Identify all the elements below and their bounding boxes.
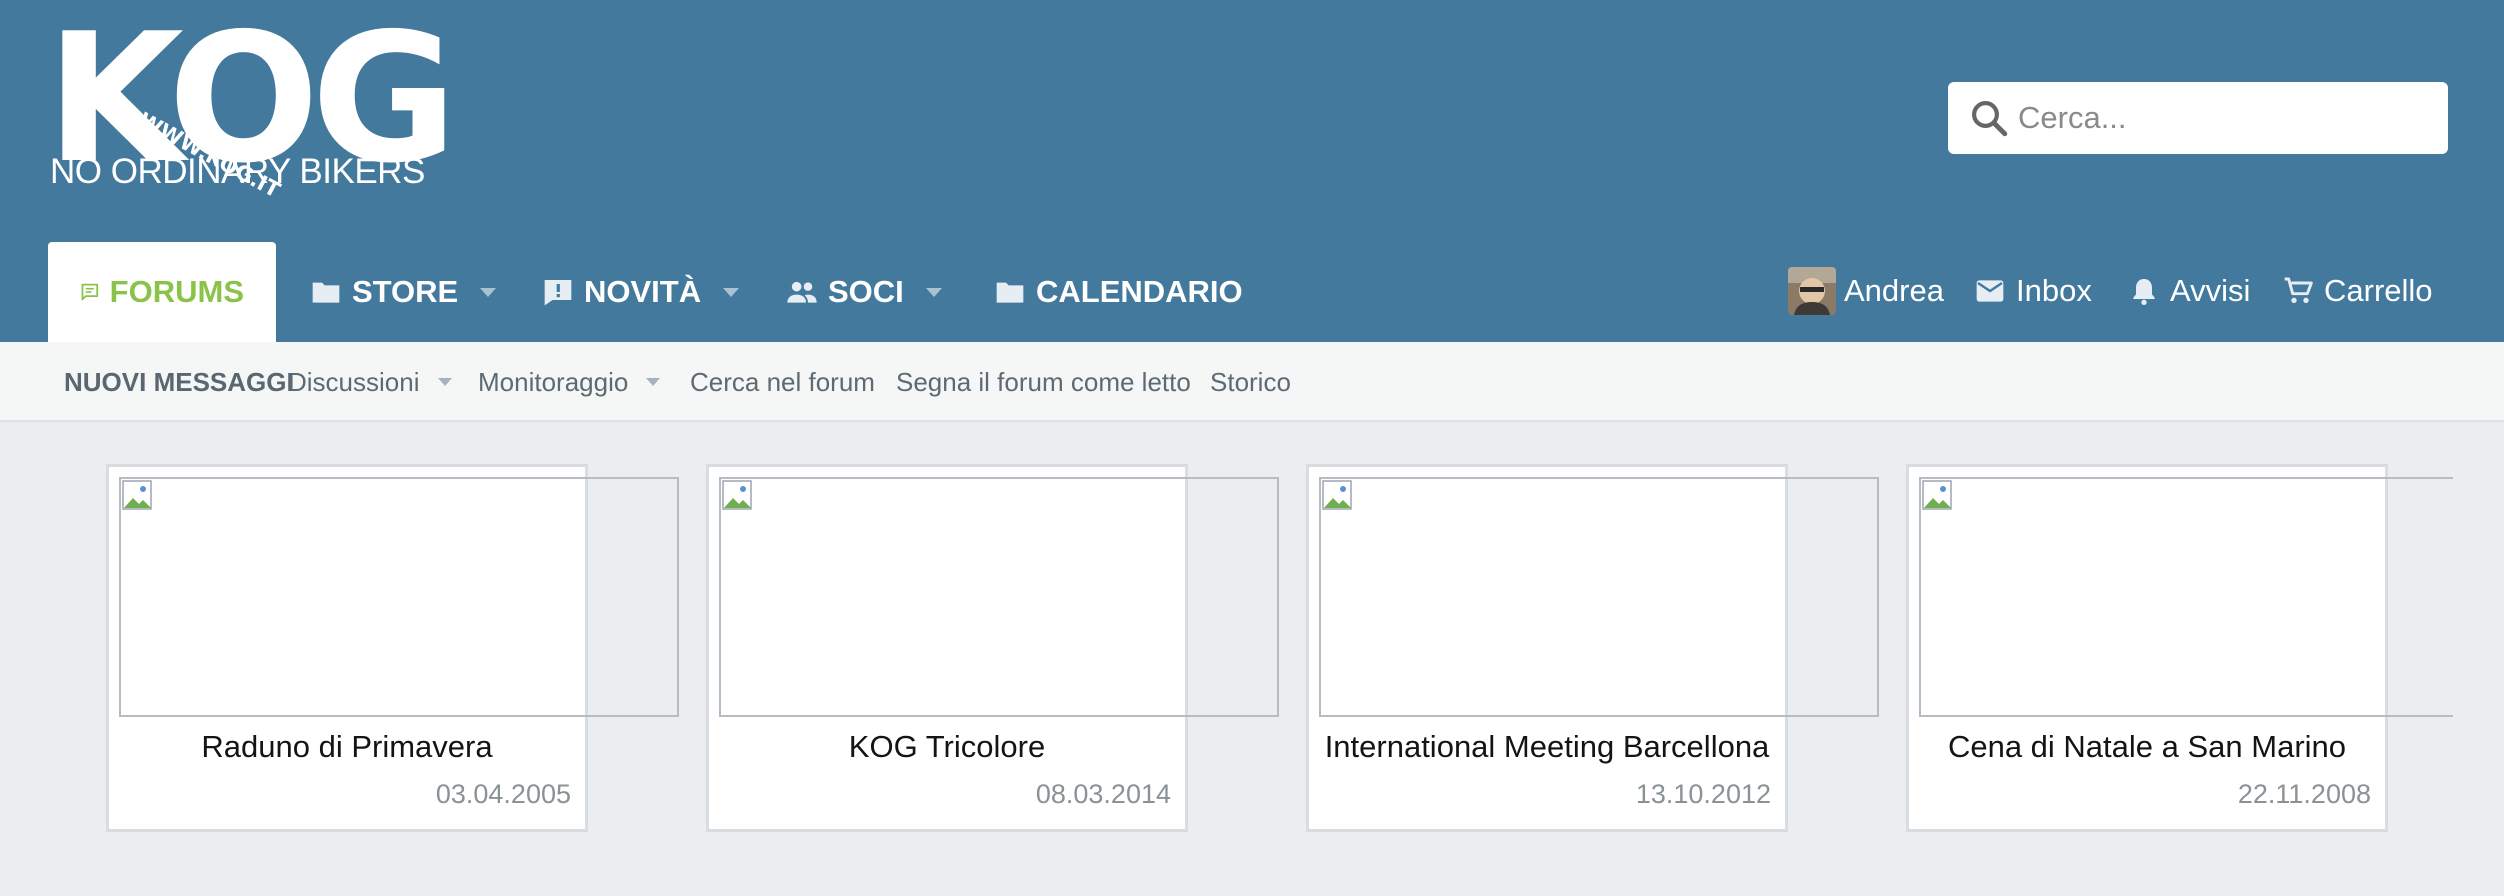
broken-image-icon [1922,480,1952,510]
tab-forums[interactable]: FORUMS [48,242,276,342]
folder-icon [996,282,1024,303]
cart-label: Carrello [2324,273,2433,308]
alerts-link[interactable]: Avvisi [2128,266,2250,316]
event-card[interactable]: Raduno di Primavera 03.04.2005 [106,464,679,832]
tab-soci[interactable]: SOCI [786,242,942,342]
folder-icon [312,282,340,303]
user-menu[interactable]: Andrea [1788,266,1944,316]
subnav-search-forum[interactable]: Cerca nel forum [690,342,875,422]
subnav-new-posts[interactable]: NUOVI MESSAGGI [64,342,294,422]
event-title: Cena di Natale a San Marino [1947,729,2347,764]
cart-link[interactable]: Carrello [2282,266,2433,316]
alerts-label: Avvisi [2170,273,2251,308]
inbox-label: Inbox [2016,273,2092,308]
bell-icon [2133,279,2155,305]
event-title: Raduno di Primavera [201,729,493,764]
forum-chat-icon [81,283,99,301]
tab-store[interactable]: STORE [310,242,497,342]
event-card[interactable]: KOG Tricolore 08.03.2014 [706,464,1279,832]
tab-novita[interactable]: NOVITÀ [542,242,740,342]
envelope-icon [1976,280,2004,302]
site-header: KOG WWW.KOG.IT NO ORDINARY BIKERS FORUMS… [0,0,2504,342]
event-image [1319,477,1879,717]
event-image [119,477,679,717]
tab-calendario[interactable]: CALENDARIO [994,242,1243,342]
inbox-link[interactable]: Inbox [1974,266,2092,316]
broken-image-icon [122,480,152,510]
event-image [719,477,1279,717]
event-card[interactable]: Cena di Natale a San Marino 22.11.2008 [1906,464,2453,832]
tab-forums-label: FORUMS [109,274,244,309]
sub-navigation: NUOVI MESSAGGI Discussioni Monitoraggio … [0,342,2504,422]
site-logo[interactable]: KOG WWW.KOG.IT NO ORDINARY BIKERS [46,10,457,203]
search-icon [1972,101,2008,137]
tab-store-label: STORE [352,274,459,309]
event-date: 03.04.2005 [435,779,571,809]
chevron-down-icon[interactable] [723,287,740,297]
tab-calendario-label: CALENDARIO [1036,274,1243,309]
event-title: International Meeting Barcellona [1324,729,1770,764]
chevron-down-icon[interactable] [437,378,452,386]
news-alert-icon [544,280,572,306]
people-icon [787,281,817,303]
cart-icon [2284,277,2313,303]
broken-image-icon [722,480,752,510]
event-card[interactable]: International Meeting Barcellona 13.10.2… [1306,464,1879,832]
event-date: 22.11.2008 [2237,779,2371,809]
search-box[interactable] [1948,82,2448,154]
event-title: KOG Tricolore [848,729,1046,764]
chevron-down-icon[interactable] [925,287,942,297]
logo-tagline: NO ORDINARY BIKERS [50,152,425,191]
subnav-discussions[interactable]: Discussioni [288,342,452,422]
tab-novita-label: NOVITÀ [584,274,702,309]
subnav-mark-read[interactable]: Segna il forum come letto [896,342,1191,422]
tab-soci-label: SOCI [828,274,904,309]
user-name: Andrea [1844,273,1944,308]
subnav-discussions-label: Discussioni [288,366,420,397]
chevron-down-icon[interactable] [480,287,497,297]
event-date: 08.03.2014 [1035,779,1171,809]
subnav-watched-label: Monitoraggio [478,366,629,397]
broken-image-icon [1322,480,1352,510]
avatar [1788,267,1836,315]
event-image [1919,477,2453,717]
subnav-history[interactable]: Storico [1210,342,1291,422]
chevron-down-icon[interactable] [646,378,661,386]
event-date: 13.10.2012 [1635,779,1771,809]
subnav-watched[interactable]: Monitoraggio [478,342,661,422]
search-input[interactable] [2018,100,2418,136]
